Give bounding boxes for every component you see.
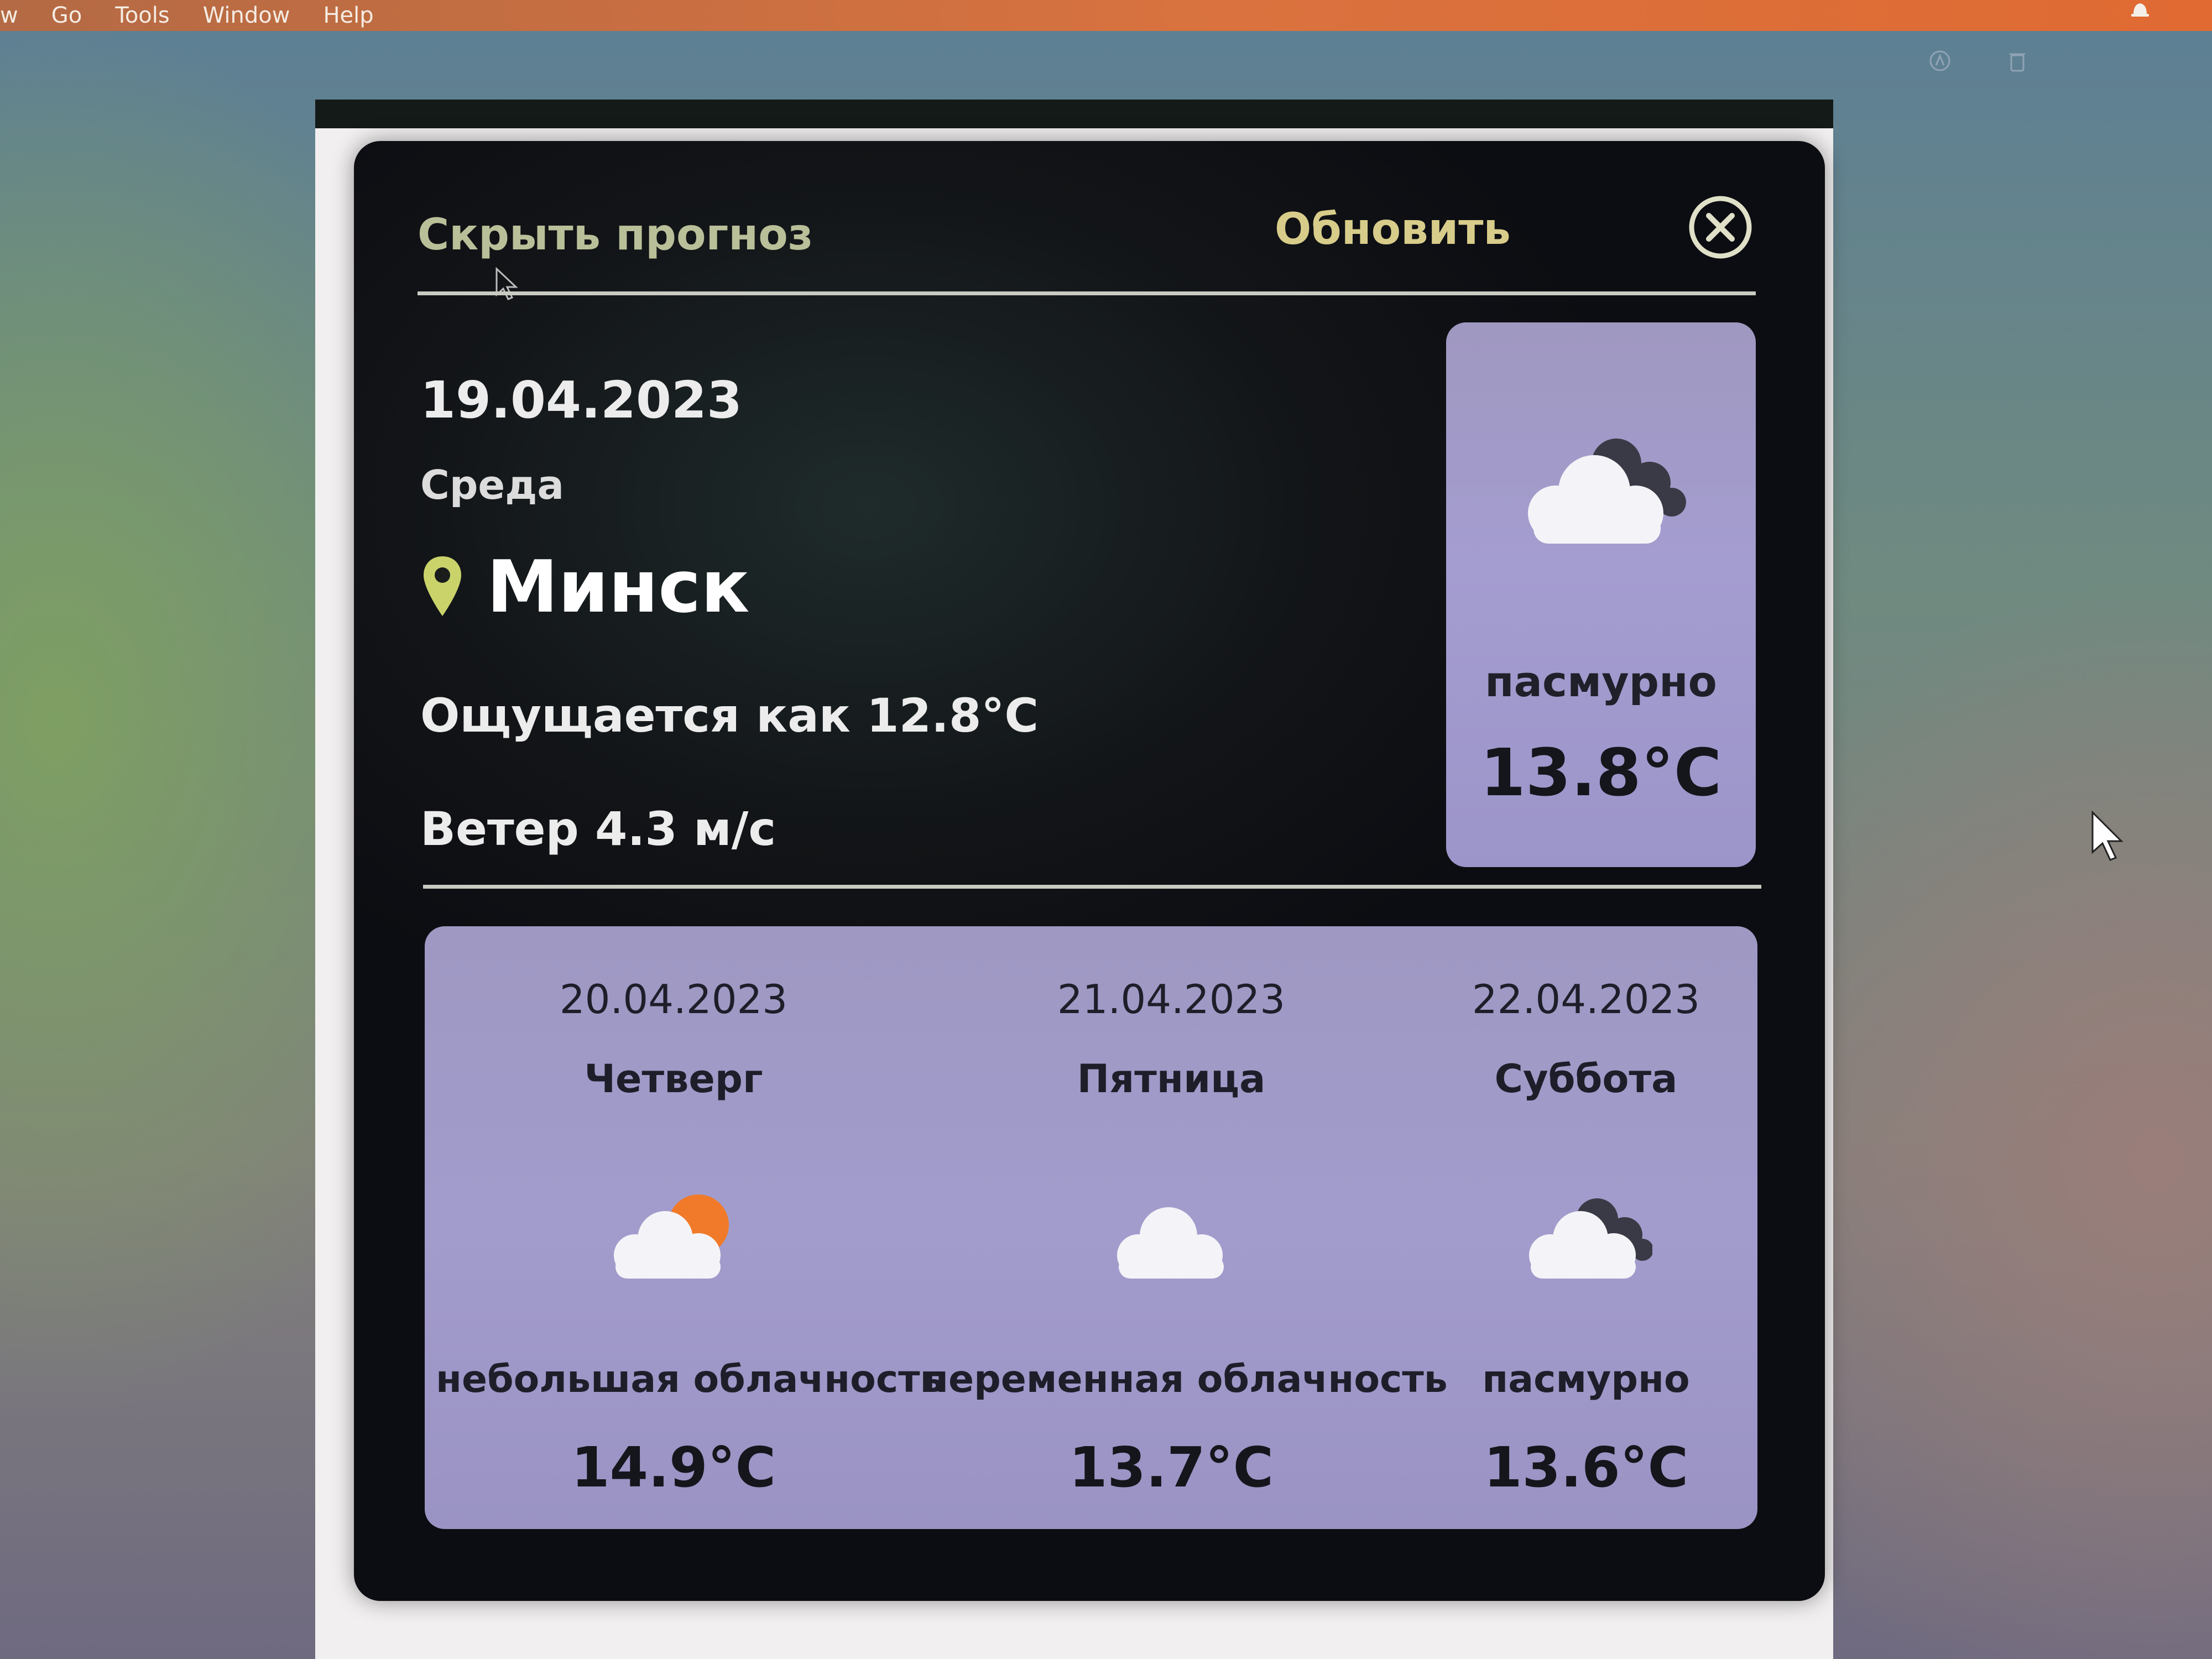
menu-item-window[interactable]: Window xyxy=(203,0,290,31)
location-pin-icon xyxy=(424,556,461,616)
forecast-panel: 20.04.2023 Четверг небольшая облачность … xyxy=(425,926,1757,1529)
cloud-icon xyxy=(1117,1207,1224,1279)
menu-item-tools[interactable]: Tools xyxy=(115,0,170,31)
forecast-date: 22.04.2023 xyxy=(1472,976,1700,1022)
notification-bell-icon[interactable] xyxy=(2129,0,2151,19)
city-name: Минск xyxy=(487,545,750,629)
wind-speed: Ветер 4.3 м/с xyxy=(420,802,776,856)
menu-item-window-partial[interactable]: w xyxy=(0,0,18,31)
overcast-cloud-icon xyxy=(1528,439,1686,544)
close-icon[interactable] xyxy=(1687,194,1754,261)
trash-icon[interactable] xyxy=(2005,49,2030,73)
forecast-day: 21.04.2023 Пятница переменная облачность… xyxy=(922,926,1448,1529)
window-top-bar xyxy=(315,100,1833,128)
menu-item-go[interactable]: Go xyxy=(51,0,82,31)
forecast-date: 21.04.2023 xyxy=(1057,976,1286,1022)
forecast-weekday: Четверг xyxy=(584,1056,763,1102)
mouse-cursor-icon xyxy=(495,267,518,300)
forecast-condition: пасмурно xyxy=(1482,1358,1690,1401)
header-divider xyxy=(418,291,1756,295)
forecast-weekday: Суббота xyxy=(1494,1056,1678,1102)
current-temperature: 13.8°C xyxy=(1480,734,1722,811)
menu-bar: w Go Tools Window Help xyxy=(0,0,2212,31)
forecast-weekday: Пятница xyxy=(1077,1056,1266,1102)
forecast-temperature: 14.9°C xyxy=(571,1435,776,1500)
forecast-condition: небольшая облачность xyxy=(436,1358,944,1401)
hide-forecast-link[interactable]: Скрыть прогноз xyxy=(418,210,813,260)
section-divider xyxy=(423,885,1761,889)
forecast-day: 20.04.2023 Четверг небольшая облачность … xyxy=(436,926,944,1529)
current-weather-card: пасмурно 13.8°C xyxy=(1446,322,1756,867)
refresh-button[interactable]: Обновить xyxy=(1275,205,1511,254)
weather-widget: Скрыть прогноз Обновить 19.04.2023 Среда… xyxy=(354,141,1825,1601)
forecast-day: 22.04.2023 Суббота пасмурно 13.6°C xyxy=(1420,926,1752,1529)
partly-cloudy-sun-icon xyxy=(614,1194,729,1279)
feels-like: Ощущается как 12.8°C xyxy=(420,688,1039,743)
forecast-temperature: 13.7°C xyxy=(1068,1435,1274,1500)
current-date: 19.04.2023 xyxy=(420,371,743,430)
forecast-condition: переменная облачность xyxy=(922,1358,1448,1401)
overcast-cloud-icon xyxy=(1529,1198,1652,1279)
current-condition: пасмурно xyxy=(1485,657,1717,706)
menu-item-help[interactable]: Help xyxy=(323,0,373,31)
forecast-date: 20.04.2023 xyxy=(559,976,788,1022)
location: Минск xyxy=(420,545,750,629)
forecast-temperature: 13.6°C xyxy=(1483,1435,1689,1500)
current-weekday: Среда xyxy=(420,462,564,508)
mouse-pointer-icon xyxy=(2091,810,2124,861)
app-store-icon[interactable] xyxy=(1928,49,1952,73)
